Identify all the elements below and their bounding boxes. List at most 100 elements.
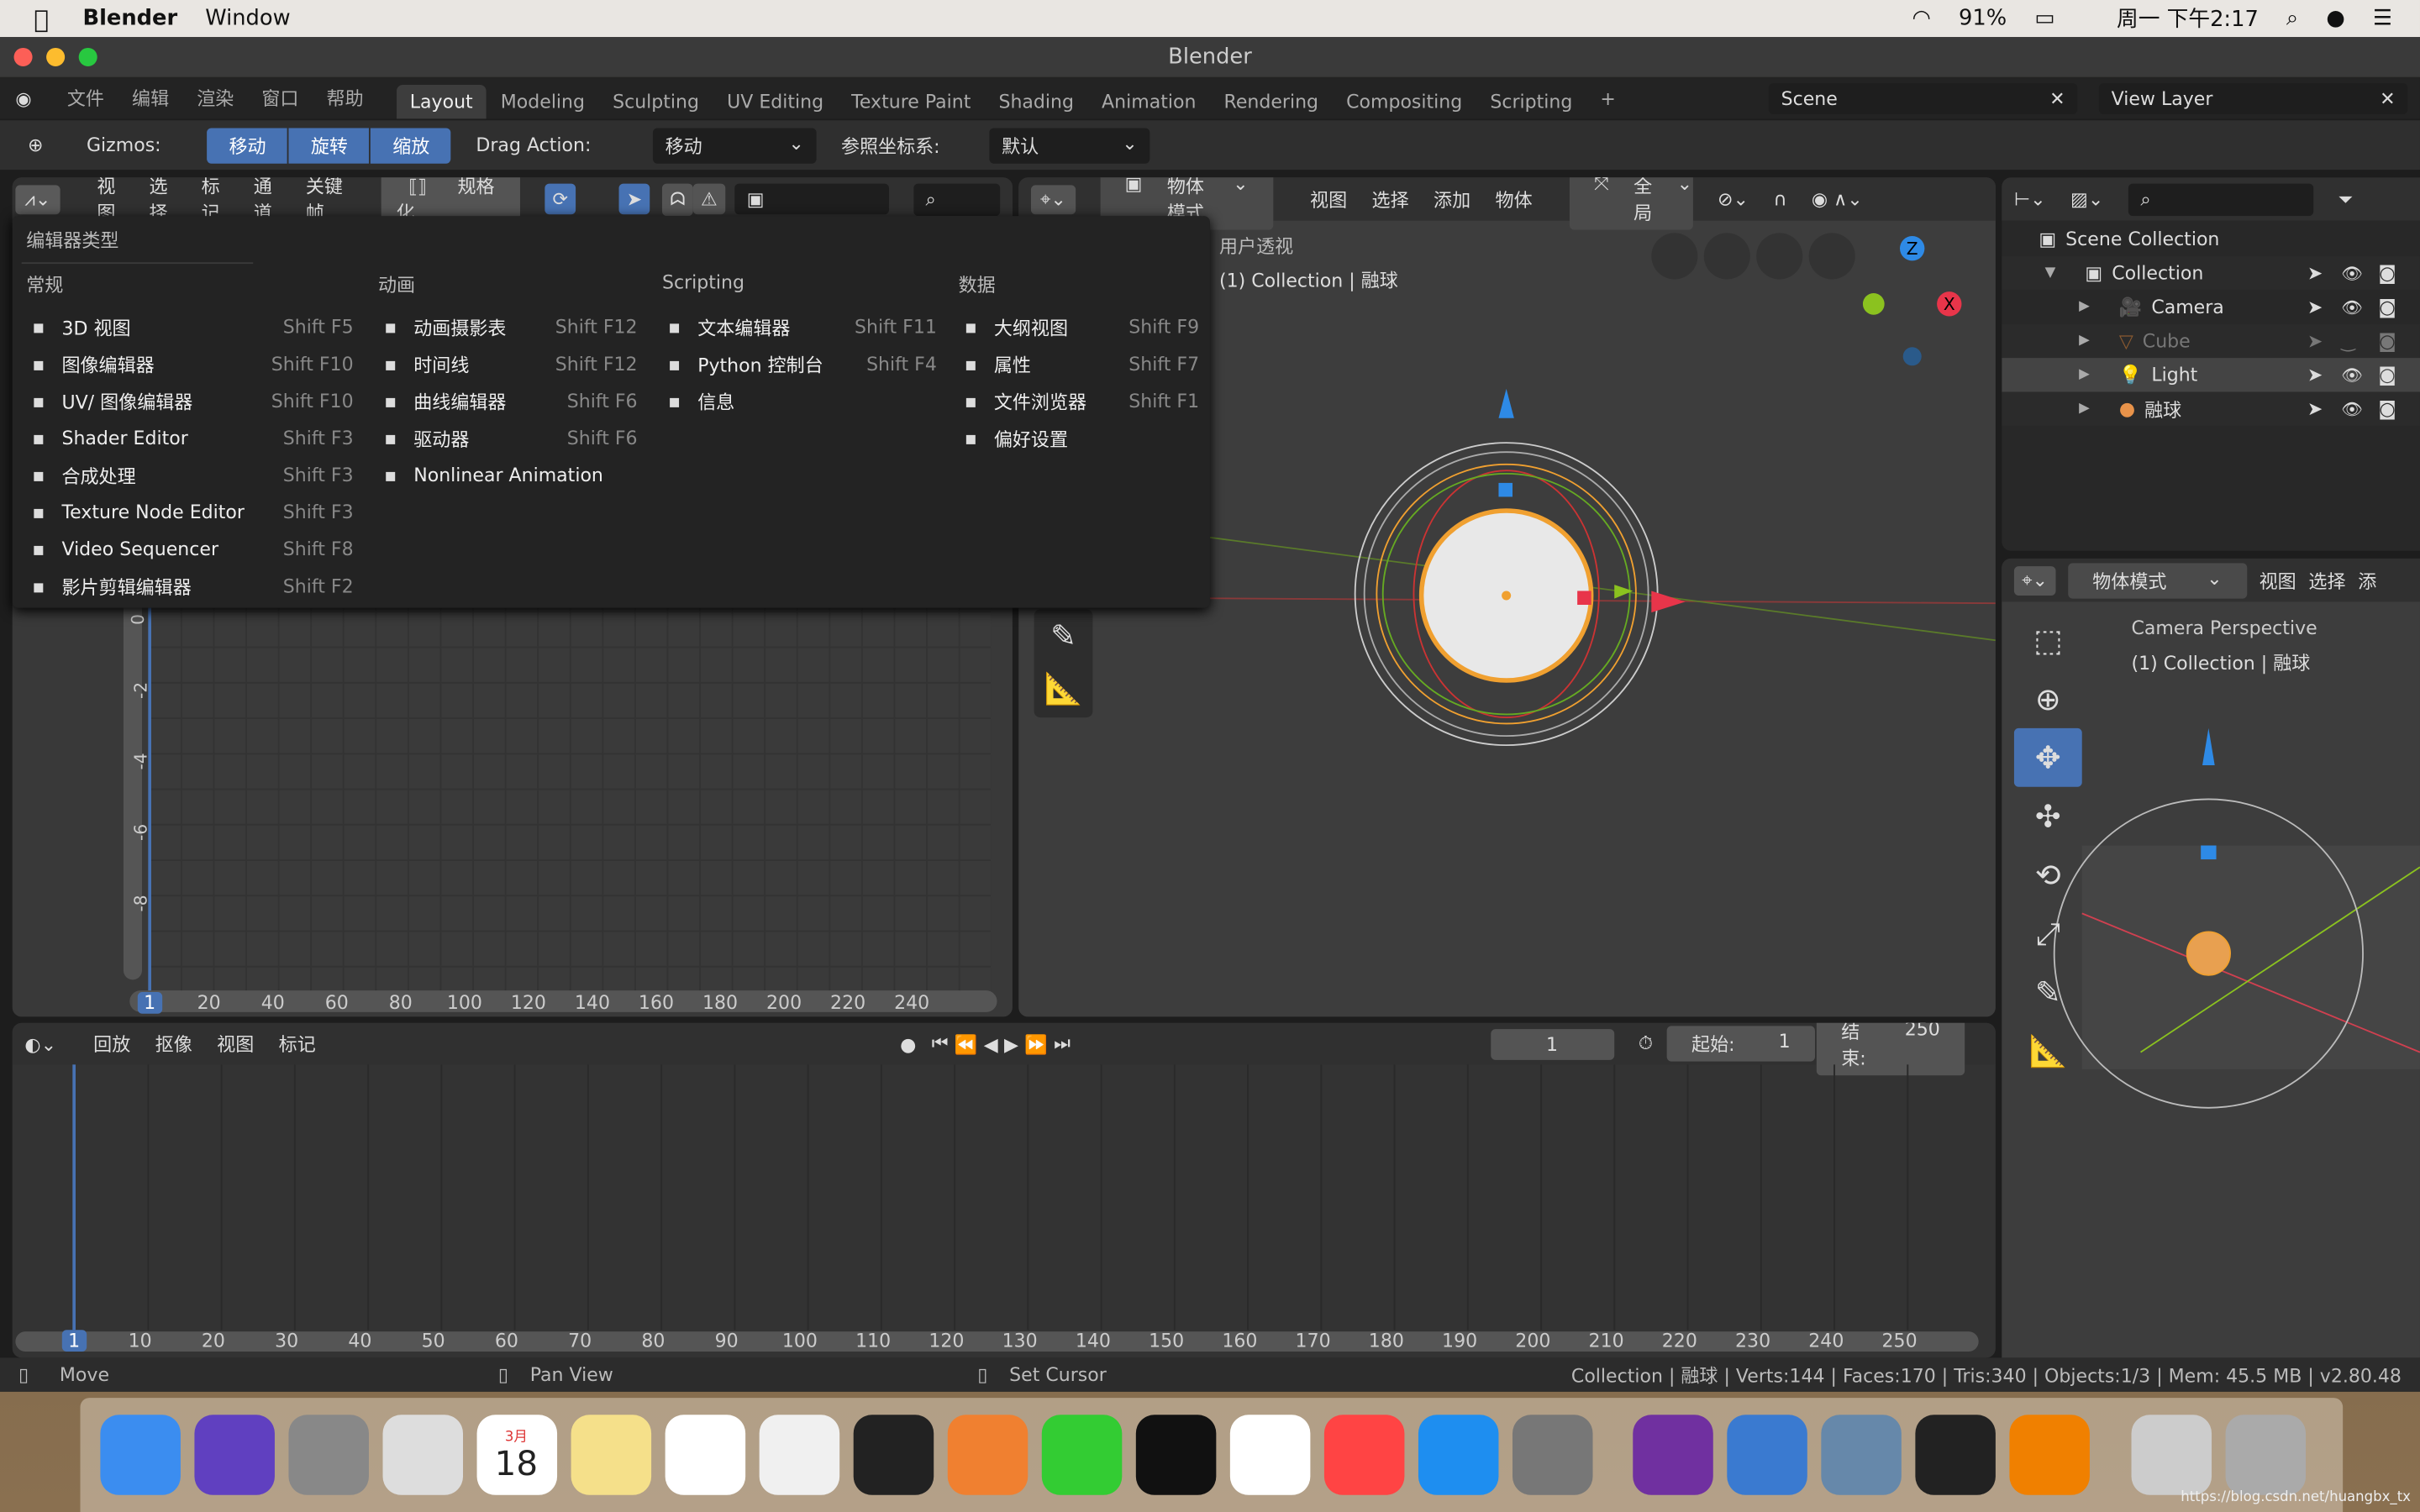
workspace-tab-sculpting[interactable]: Sculpting xyxy=(599,85,713,118)
collection-filter[interactable]: ▣ xyxy=(734,183,889,215)
play-reverse-button[interactable]: ◀ xyxy=(984,1033,998,1055)
x-scrollbar[interactable] xyxy=(129,990,997,1012)
blender-logo-icon[interactable]: ◉ xyxy=(15,87,31,109)
menu-item-file-browser[interactable]: ▪ 文件浏览器 Shift F1 xyxy=(959,383,1199,420)
select-box-tool-icon[interactable]: ⬚ xyxy=(2014,611,2082,669)
scale-tool-icon[interactable]: ⤢ xyxy=(2014,904,2082,963)
disclosure-triangle-icon[interactable]: ▶ xyxy=(2079,402,2090,417)
app-menu[interactable]: Blender xyxy=(82,6,177,30)
menu-item-clip-editor[interactable]: ▪ 影片剪辑编辑器 Shift F2 xyxy=(26,568,353,605)
filter-icon[interactable]: ⏷ xyxy=(2338,187,2354,211)
menu-item-console[interactable]: ▪ Python 控制台 Shift F4 xyxy=(662,345,937,382)
selectable-icon[interactable]: ➤ xyxy=(2307,297,2323,318)
move-arrows-icon[interactable]: ✣ xyxy=(2014,787,2082,846)
close-icon[interactable]: ✕ xyxy=(2049,87,2065,109)
camera-viewport[interactable]: ⌖⌄ 物体模式 ⌄ 视图 选择 添 Camera Perspective (1) … xyxy=(2002,558,2420,1358)
workspace-tab-rendering[interactable]: Rendering xyxy=(1210,85,1333,118)
menu-render[interactable]: 渲染 xyxy=(183,79,248,118)
visibility-eye-icon[interactable]: 👁 xyxy=(2341,365,2363,385)
zoom-button[interactable] xyxy=(78,47,97,66)
cursor-tool-icon[interactable]: ⊕ xyxy=(2014,669,2082,728)
visibility-eye-icon[interactable]: 👁 xyxy=(2341,263,2363,283)
menu-item[interactable]: 回放 xyxy=(93,1031,130,1057)
menu-item-nla[interactable]: ▪ Nonlinear Animation xyxy=(378,457,638,494)
move-tool-icon[interactable]: ✥ xyxy=(2013,727,2082,787)
dock-app-image-capture[interactable] xyxy=(1821,1415,1902,1495)
scene-selector[interactable]: Scene ✕ xyxy=(1768,82,2078,113)
play-button[interactable]: ▶ xyxy=(1004,1033,1018,1055)
next-keyframe-button[interactable]: ⏩ xyxy=(1024,1033,1047,1055)
disclosure-triangle-icon[interactable]: ▶ xyxy=(2079,333,2090,349)
selectable-icon[interactable]: ➤ xyxy=(2307,398,2323,420)
outliner-row[interactable]: ▶ ▽ Cube ➤ ‿ ◙ xyxy=(2002,323,2420,359)
start-frame-field[interactable]: 起始: 1 xyxy=(1666,1026,1815,1062)
workspace-tab-shading[interactable]: Shading xyxy=(985,85,1088,118)
gizmo-move-toggle[interactable]: 移动 xyxy=(207,127,288,163)
menu-file[interactable]: 文件 xyxy=(53,79,118,118)
dock-app-siri[interactable] xyxy=(193,1415,275,1495)
workspace-tab-texture-paint[interactable]: Texture Paint xyxy=(838,85,985,118)
menu-item-image-editor[interactable]: ▪ 图像编辑器 Shift F10 xyxy=(26,345,353,382)
wifi-icon[interactable]: ◠ xyxy=(1912,6,1931,30)
dock-app-terminal[interactable] xyxy=(1915,1415,1996,1495)
outliner-row[interactable]: ▶ ● 融球 ➤ 👁 ◙ xyxy=(2002,391,2420,426)
render-camera-icon[interactable]: ◙ xyxy=(2378,330,2396,352)
dock-app-trash[interactable] xyxy=(2224,1415,2306,1495)
dock-app-app-store[interactable] xyxy=(1418,1415,1498,1495)
dock-app-onenote[interactable] xyxy=(1633,1415,1713,1495)
menu-item-properties[interactable]: ▪ 属性 Shift F7 xyxy=(959,345,1199,382)
dock-app-preview[interactable] xyxy=(1727,1415,1807,1495)
render-camera-icon[interactable]: ◙ xyxy=(2378,398,2396,420)
dock-app-finder[interactable] xyxy=(99,1415,180,1495)
dock-app-reminders[interactable] xyxy=(664,1415,745,1495)
annotate-tool-icon[interactable]: ✎ xyxy=(2014,963,2082,1021)
dock-app-photos[interactable] xyxy=(758,1415,839,1495)
menu-item-texture-node[interactable]: ▪ Texture Node Editor Shift F3 xyxy=(26,494,353,531)
workspace-tab-modeling[interactable]: Modeling xyxy=(487,85,598,118)
menu-window[interactable]: 窗口 xyxy=(248,79,313,118)
outliner-row[interactable]: ▣ Scene Collection xyxy=(2002,222,2420,256)
outliner-row[interactable]: ▶ 🎥 Camera ➤ 👁 ◙ xyxy=(2002,290,2420,324)
view-layer-selector[interactable]: View Layer ✕ xyxy=(2098,82,2408,113)
jump-start-button[interactable]: ⏮ xyxy=(932,1032,949,1056)
drag-action-select[interactable]: 移动 ⌄ xyxy=(652,127,817,163)
dock-app-qq[interactable] xyxy=(1134,1415,1216,1495)
view-layer-icon[interactable]: ▨⌄ xyxy=(2070,188,2103,210)
current-frame-field[interactable]: 1 xyxy=(1490,1028,1614,1059)
menu-item-text-editor[interactable]: ▪ 文本编辑器 Shift F11 xyxy=(662,308,937,345)
battery-icon[interactable]: ▭ xyxy=(2034,6,2054,30)
dock-app-notes[interactable] xyxy=(570,1415,651,1495)
menu-item-drivers[interactable]: ▪ 驱动器 Shift F6 xyxy=(378,420,637,457)
notification-center-icon[interactable]: ☰ xyxy=(2373,6,2392,30)
editor-type-button[interactable]: ⩘⌄ xyxy=(15,184,60,214)
nav-gizmo-x-label[interactable]: X xyxy=(1944,294,1955,314)
menu-item-compositor[interactable]: ▪ 合成处理 Shift F3 xyxy=(26,457,353,494)
menu-item-info[interactable]: ▪ 信息 xyxy=(662,383,937,420)
show-hidden-toggle[interactable]: ᗣ xyxy=(662,182,693,216)
menu-edit[interactable]: 编辑 xyxy=(118,79,183,118)
render-camera-icon[interactable]: ◙ xyxy=(2378,364,2396,386)
timeline[interactable]: ◐⌄ 回放 抠像 视图 标记 ● ⏮ ⏪ ◀ ▶ ⏩ ⏭ 1 ⏱ 起始: 1 结束: 25… xyxy=(12,1022,1996,1358)
selectable-icon[interactable]: ➤ xyxy=(2307,330,2323,352)
menu-item-uv-editor[interactable]: ▪ UV/ 图像编辑器 Shift F10 xyxy=(26,383,353,420)
measure-tool-icon[interactable]: 📐 xyxy=(2014,1021,2082,1080)
gizmo-scale-toggle[interactable]: 缩放 xyxy=(371,127,452,163)
dock-app-vectorize[interactable] xyxy=(852,1415,934,1495)
outliner[interactable]: ⊢⌄ ▨⌄ ⌕ ⏷ ▣ Scene Collection ▼ ▣ Collection ➤… xyxy=(2002,177,2420,551)
menu-help[interactable]: 帮助 xyxy=(313,79,377,118)
dock-app-system-preferences[interactable] xyxy=(1512,1415,1592,1495)
menu-item-dopesheet[interactable]: ▪ 动画摄影表 Shift F12 xyxy=(378,308,637,345)
clock[interactable]: 周一 下午2:17 xyxy=(2117,3,2259,34)
disclosure-triangle-icon[interactable]: ▶ xyxy=(2079,367,2090,382)
gizmo-rotate-toggle[interactable]: 旋转 xyxy=(289,127,370,163)
dock-app-pages[interactable] xyxy=(946,1415,1028,1495)
workspace-tab-uv-editing[interactable]: UV Editing xyxy=(713,85,838,118)
spotlight-icon[interactable]: ⌕ xyxy=(2286,6,2298,30)
only-errors-toggle[interactable]: ⚠ xyxy=(692,183,725,215)
menu-item[interactable]: 抠像 xyxy=(155,1031,192,1057)
display-mode-icon[interactable]: ⊢⌄ xyxy=(2014,188,2046,210)
add-workspace-button[interactable]: + xyxy=(1586,81,1630,114)
menu-item-outliner[interactable]: ▪ 大纲视图 Shift F9 xyxy=(959,308,1199,345)
menu-item-graph-editor[interactable]: ▪ 曲线编辑器 Shift F6 xyxy=(378,383,637,420)
outliner-row[interactable]: ▼ ▣ Collection ➤ 👁 ◙ xyxy=(2002,255,2420,291)
